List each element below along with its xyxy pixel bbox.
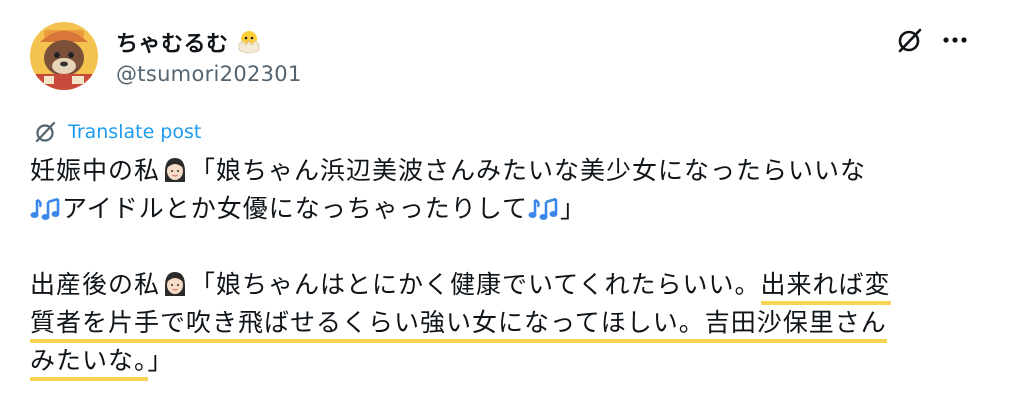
author-name-row[interactable]: ちゃむるむ (116, 26, 263, 58)
highlighted-text: 質者を片手で吹き飛ばせるくらい強い女になってほしい。吉田沙保里さん (30, 308, 887, 343)
highlighted-text: みたいな。 (30, 346, 148, 381)
post-line-2: アイドルとか女優になっちゃったりして 」 (30, 190, 1000, 228)
post-line-3: 出産後の私 「娘ちゃんはとにかく健康でいてくれたらいい。出来れば変 (30, 266, 1000, 305)
avatar[interactable] (30, 22, 98, 90)
post-line-4: 質者を片手で吹き飛ばせるくらい強い女になってほしい。吉田沙保里さん (30, 304, 1000, 343)
post-text-segment: 」 (147, 346, 174, 375)
post-text-segment: 「娘ちゃん浜辺美波さんみたいな美少女になったらいいな (190, 156, 867, 185)
translate-label[interactable]: Translate post (68, 121, 201, 143)
post-line-1: 妊娠中の私 「娘ちゃん浜辺美波さんみたいな美少女になったらいいな (30, 152, 1000, 190)
post-blank-line (30, 228, 1000, 266)
woman-face-icon (161, 156, 189, 184)
grok-icon[interactable] (896, 26, 924, 54)
post-text-segment: 」 (560, 194, 587, 223)
hatching-chick-icon (235, 28, 263, 56)
post-text-segment: 出産後の私 (30, 270, 161, 299)
musical-notes-icon (30, 195, 62, 221)
post-text-segment: アイドルとか女優になっちゃったりして (62, 194, 529, 223)
musical-notes-icon (528, 195, 560, 221)
display-name[interactable]: ちゃむるむ (116, 26, 229, 58)
post-text: 妊娠中の私 「娘ちゃん浜辺美波さんみたいな美少女になったらいいな アイドルとか女… (30, 152, 1000, 381)
post-line-5: みたいな。」 (30, 342, 1000, 381)
post-text-segment: 「娘ちゃんはとにかく健康でいてくれたらいい。 (190, 270, 761, 299)
more-options-icon[interactable] (940, 26, 970, 54)
translate-post-link[interactable]: Translate post (34, 120, 201, 144)
author-handle[interactable]: @tsumori202301 (116, 62, 302, 86)
post-card: ちゃむるむ @tsumori202301 Translate post 妊娠中の… (0, 0, 1024, 420)
highlighted-text: 出来れば変 (760, 270, 891, 305)
translate-icon (34, 120, 58, 144)
post-text-segment: 妊娠中の私 (30, 156, 161, 185)
woman-face-icon (161, 270, 189, 298)
